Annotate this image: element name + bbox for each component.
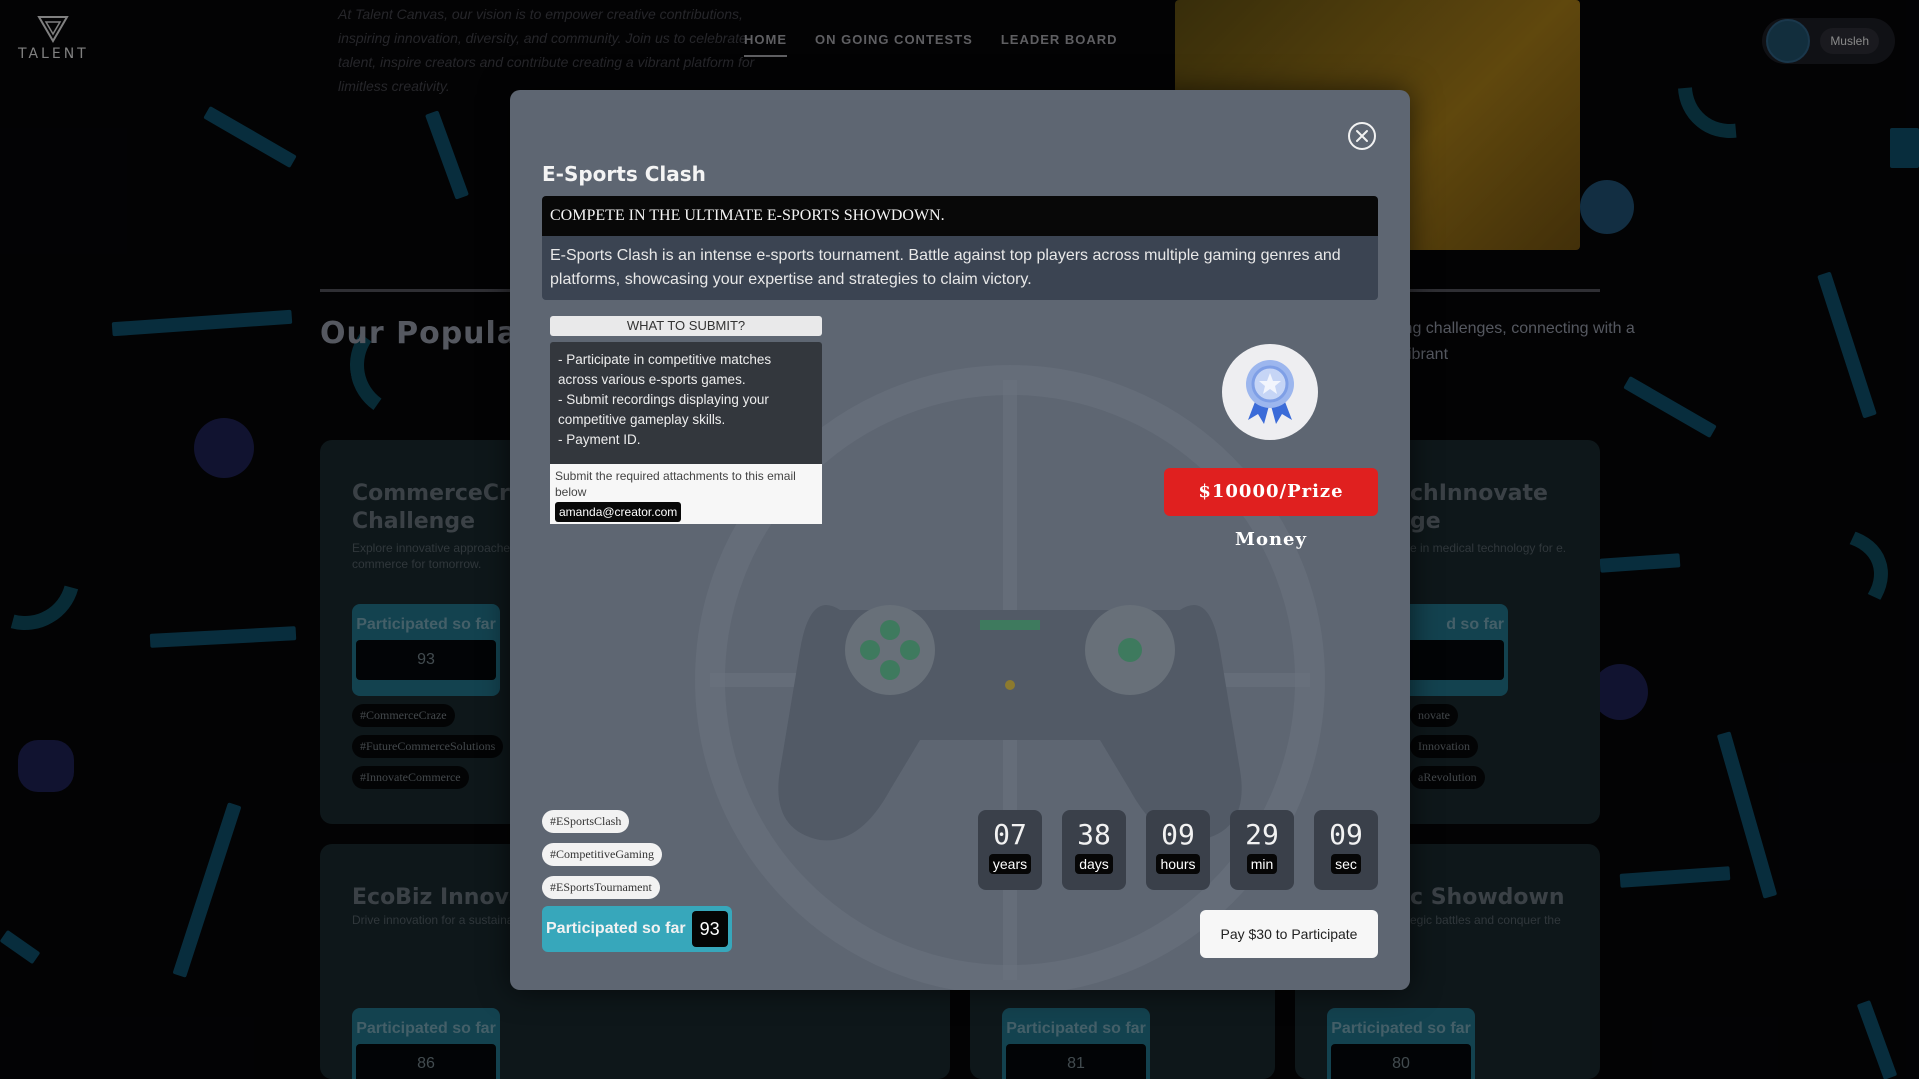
requirement-item: - Payment ID.	[558, 432, 641, 447]
participated-label: Participated so far	[546, 920, 686, 937]
modal-title: E-Sports Clash	[542, 162, 706, 186]
hashtag[interactable]: #CompetitiveGaming	[542, 843, 662, 866]
requirement-item: - Participate in competitive matches acr…	[558, 352, 772, 387]
countdown-unit: days	[1075, 854, 1113, 874]
contest-tags: #ESportsClash #CompetitiveGaming #ESport…	[542, 810, 662, 909]
close-icon	[1356, 130, 1368, 142]
countdown-value: 07	[993, 818, 1027, 851]
countdown-unit: hours	[1156, 854, 1200, 874]
countdown-years: 07 years	[978, 810, 1042, 890]
countdown-value: 09	[1329, 818, 1363, 851]
countdown-seconds: 09 sec	[1314, 810, 1378, 890]
medal-badge	[1222, 344, 1318, 440]
contest-description: E-Sports Clash is an intense e-sports to…	[542, 236, 1378, 300]
countdown-unit: years	[988, 854, 1032, 874]
hashtag[interactable]: #ESportsTournament	[542, 876, 660, 899]
award-ribbon-icon	[1246, 360, 1294, 424]
contest-headline: COMPETE IN THE ULTIMATE E-SPORTS SHOWDOW…	[542, 196, 1378, 236]
countdown-hours: 09 hours	[1146, 810, 1210, 890]
close-button[interactable]	[1348, 122, 1376, 150]
countdown-timer: 07 years 38 days 09 hours 29 min 09 sec	[978, 810, 1378, 890]
participated-counter: Participated so far 93	[542, 906, 732, 952]
submission-email-box: Submit the required attachments to this …	[550, 464, 822, 524]
countdown-unit: sec	[1331, 854, 1361, 874]
submission-requirements: - Participate in competitive matches acr…	[550, 342, 822, 464]
prize-money-badge: $10000/Prize Money	[1164, 468, 1378, 550]
what-to-submit-button[interactable]: WHAT TO SUBMIT?	[550, 316, 822, 336]
participated-count: 93	[691, 911, 728, 947]
submit-note: Submit the required attachments to this …	[555, 469, 796, 499]
hashtag[interactable]: #ESportsClash	[542, 810, 630, 833]
countdown-unit: min	[1246, 854, 1278, 874]
submission-email[interactable]: amanda@creator.com	[555, 502, 682, 522]
countdown-minutes: 29 min	[1230, 810, 1294, 890]
countdown-days: 38 days	[1062, 810, 1126, 890]
countdown-value: 29	[1245, 818, 1279, 851]
pay-to-participate-button[interactable]: Pay $30 to Participate	[1200, 910, 1378, 958]
contest-modal: E-Sports Clash COMPETE IN THE ULTIMATE E…	[510, 90, 1410, 990]
requirement-item: - Submit recordings displaying your comp…	[558, 392, 769, 427]
countdown-value: 09	[1161, 818, 1195, 851]
countdown-value: 38	[1077, 818, 1111, 851]
